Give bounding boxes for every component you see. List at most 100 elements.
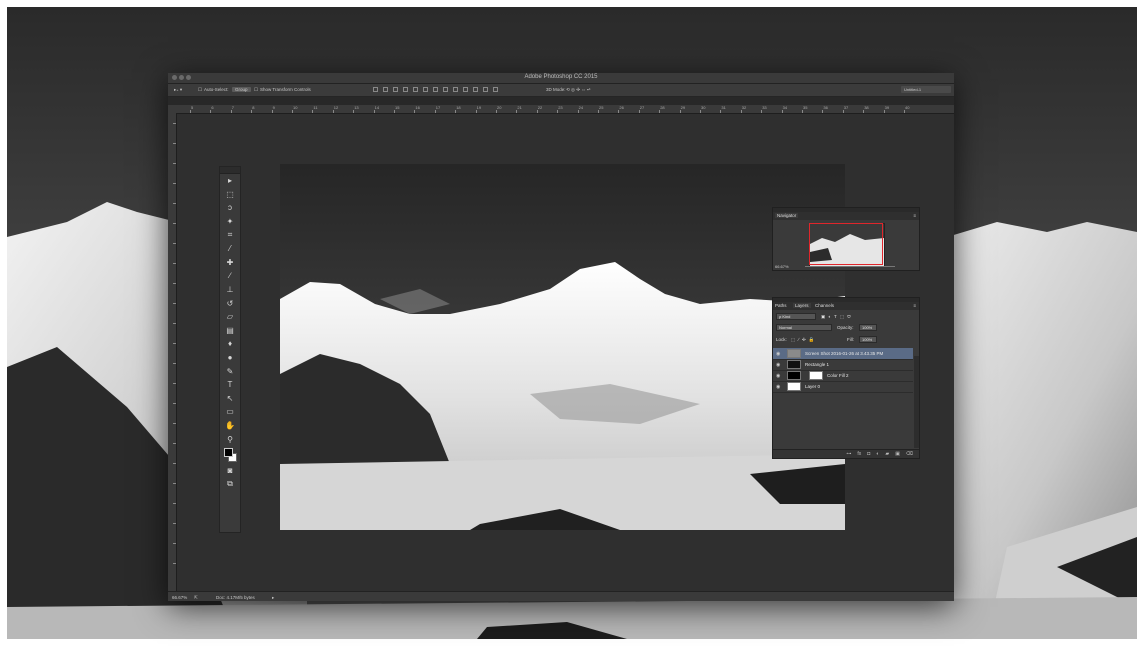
blend-mode-select[interactable]: Normal — [776, 324, 832, 331]
navigator-zoom-value[interactable]: 66.67% — [775, 264, 789, 269]
layer-row[interactable]: ◉ Layer 0 — [773, 381, 913, 393]
move-tool-preset-icon[interactable]: ▸₊ ▾ — [174, 87, 182, 93]
workspace-select[interactable]: Untitled-1 — [901, 86, 951, 93]
distribute-right-icon[interactable] — [483, 87, 488, 92]
align-vcenter-icon[interactable] — [383, 87, 388, 92]
fx-icon[interactable]: fx — [857, 451, 861, 457]
ruler-tick — [173, 203, 176, 204]
ruler-tick — [173, 543, 176, 544]
layer-name: Color Fill 2 — [827, 373, 849, 378]
ruler-tick-label: 21 — [517, 105, 522, 110]
layer-kind-filter[interactable]: ρ Kind — [776, 313, 816, 320]
tab-channels[interactable]: Channels — [815, 303, 834, 308]
brush-tool-icon[interactable]: ∕ — [220, 269, 240, 283]
eye-icon[interactable]: ◉ — [776, 351, 780, 357]
marquee-tool-icon[interactable]: ⬚ — [220, 188, 240, 202]
status-arrow-icon[interactable]: ▸ — [272, 595, 274, 601]
auto-align-icon[interactable] — [493, 87, 498, 92]
layers-panel: Paths Layers Channels ≡ ρ Kind ▣◐T⬚⬭ Nor… — [772, 297, 920, 459]
opacity-field[interactable]: 100% — [859, 324, 877, 331]
pen-tool-icon[interactable]: ✎ — [220, 364, 240, 378]
ruler-tick-label: 11 — [313, 105, 318, 110]
tab-paths[interactable]: Paths — [775, 303, 787, 308]
magic-wand-tool-icon[interactable]: ✦ — [220, 215, 240, 229]
ruler-tick — [740, 110, 742, 113]
ruler-tick-label: 25 — [599, 105, 604, 110]
crop-tool-icon[interactable]: ⌗ — [220, 228, 240, 242]
document-canvas[interactable] — [280, 164, 845, 530]
move-tool-icon[interactable]: ▸ — [220, 174, 240, 188]
eye-icon[interactable]: ◉ — [776, 384, 780, 390]
blur-tool-icon[interactable]: ♦ — [220, 337, 240, 351]
ruler-tick — [475, 110, 477, 113]
eyedropper-tool-icon[interactable]: ⁄ — [220, 242, 240, 256]
ruler-origin[interactable] — [168, 105, 176, 113]
eye-icon[interactable]: ◉ — [776, 373, 780, 379]
fill-field[interactable]: 100% — [859, 336, 877, 343]
tab-layers[interactable]: Layers — [793, 303, 811, 308]
distribute-vcenter-icon[interactable] — [443, 87, 448, 92]
distribute-left-icon[interactable] — [463, 87, 468, 92]
ruler-tick — [173, 423, 176, 424]
type-tool-icon[interactable]: T — [220, 378, 240, 392]
trash-icon[interactable]: ⌫ — [906, 451, 913, 457]
ruler-tick — [863, 110, 865, 113]
dodge-tool-icon[interactable]: ● — [220, 351, 240, 365]
layers-scrollbar[interactable] — [914, 356, 919, 448]
screen-mode-icon[interactable]: ⧉ — [220, 477, 240, 491]
quick-mask-icon[interactable]: ◙ — [220, 464, 240, 478]
hand-tool-icon[interactable]: ✋ — [220, 419, 240, 433]
status-share-icon[interactable]: ⇱ — [194, 595, 198, 601]
navigator-view-box[interactable] — [809, 223, 883, 265]
healing-brush-tool-icon[interactable]: ✚ — [220, 256, 240, 270]
clone-stamp-tool-icon[interactable]: ⊥ — [220, 283, 240, 297]
tools-panel-grip[interactable] — [220, 167, 240, 174]
align-top-icon[interactable] — [373, 87, 378, 92]
align-bottom-icon[interactable] — [393, 87, 398, 92]
ruler-tick — [822, 110, 824, 113]
tab-navigator[interactable]: Navigator — [775, 213, 799, 218]
history-brush-tool-icon[interactable]: ↺ — [220, 296, 240, 310]
horizontal-ruler[interactable]: 5 6 7 8 9 10 11 12 13 14 15 16 17 18 19 20 21 22 23 24 25 26 2… — [176, 105, 954, 114]
link-icon[interactable]: ⊶ — [846, 451, 851, 457]
3d-mode-label: 3D Mode: — [546, 87, 566, 92]
mask-icon[interactable]: ◘ — [867, 451, 870, 457]
foreground-color-swatch[interactable] — [224, 447, 233, 457]
zoom-tool-icon[interactable]: ⚲ — [220, 432, 240, 446]
show-transform-checkbox[interactable]: ☐ — [254, 87, 258, 93]
layer-thumbnail — [787, 360, 801, 369]
gradient-tool-icon[interactable]: ▤ — [220, 324, 240, 338]
align-hcenter-icon[interactable] — [413, 87, 418, 92]
distribute-bottom-icon[interactable] — [453, 87, 458, 92]
rectangle-tool-icon[interactable]: ▭ — [220, 405, 240, 419]
ruler-tick-label: 39 — [884, 105, 890, 110]
new-layer-icon[interactable]: ▣ — [895, 451, 900, 457]
ruler-tick — [210, 110, 212, 113]
auto-select-checkbox[interactable]: ☐ — [198, 87, 202, 93]
3d-mode-icons[interactable]: ⟲ ◎ ✣ ⇔ ▪⁴ — [566, 87, 591, 93]
ruler-tick — [414, 110, 416, 113]
eye-icon[interactable]: ◉ — [776, 362, 780, 368]
ruler-tick — [618, 110, 620, 113]
lock-icons[interactable]: ⬚∕✣🔒 — [791, 337, 817, 343]
navigator-zoom-slider[interactable] — [805, 266, 895, 267]
folder-icon[interactable]: ▰ — [885, 451, 889, 457]
ruler-tick-label: 36 — [823, 105, 828, 110]
lasso-tool-icon[interactable]: ↄ — [220, 201, 240, 215]
align-left-icon[interactable] — [403, 87, 408, 92]
filter-type-icons[interactable]: ▣◐T⬚⬭ — [821, 314, 854, 320]
status-zoom[interactable]: 66.67% — [172, 595, 187, 600]
vertical-ruler[interactable] — [168, 113, 177, 591]
adjustment-icon[interactable]: ◐ — [876, 451, 879, 457]
ruler-tick-label: 18 — [456, 105, 461, 110]
eraser-tool-icon[interactable]: ▱ — [220, 310, 240, 324]
path-selection-tool-icon[interactable]: ↖ — [220, 392, 240, 406]
auto-select-dropdown[interactable]: Group — [232, 87, 251, 92]
panel-menu-icon[interactable]: ≡ — [913, 303, 916, 308]
ruler-tick — [679, 110, 681, 113]
distribute-hcenter-icon[interactable] — [473, 87, 478, 92]
align-right-icon[interactable] — [423, 87, 428, 92]
distribute-top-icon[interactable] — [433, 87, 438, 92]
panel-menu-icon[interactable]: ≡ — [913, 213, 916, 218]
ruler-tick — [557, 110, 559, 113]
